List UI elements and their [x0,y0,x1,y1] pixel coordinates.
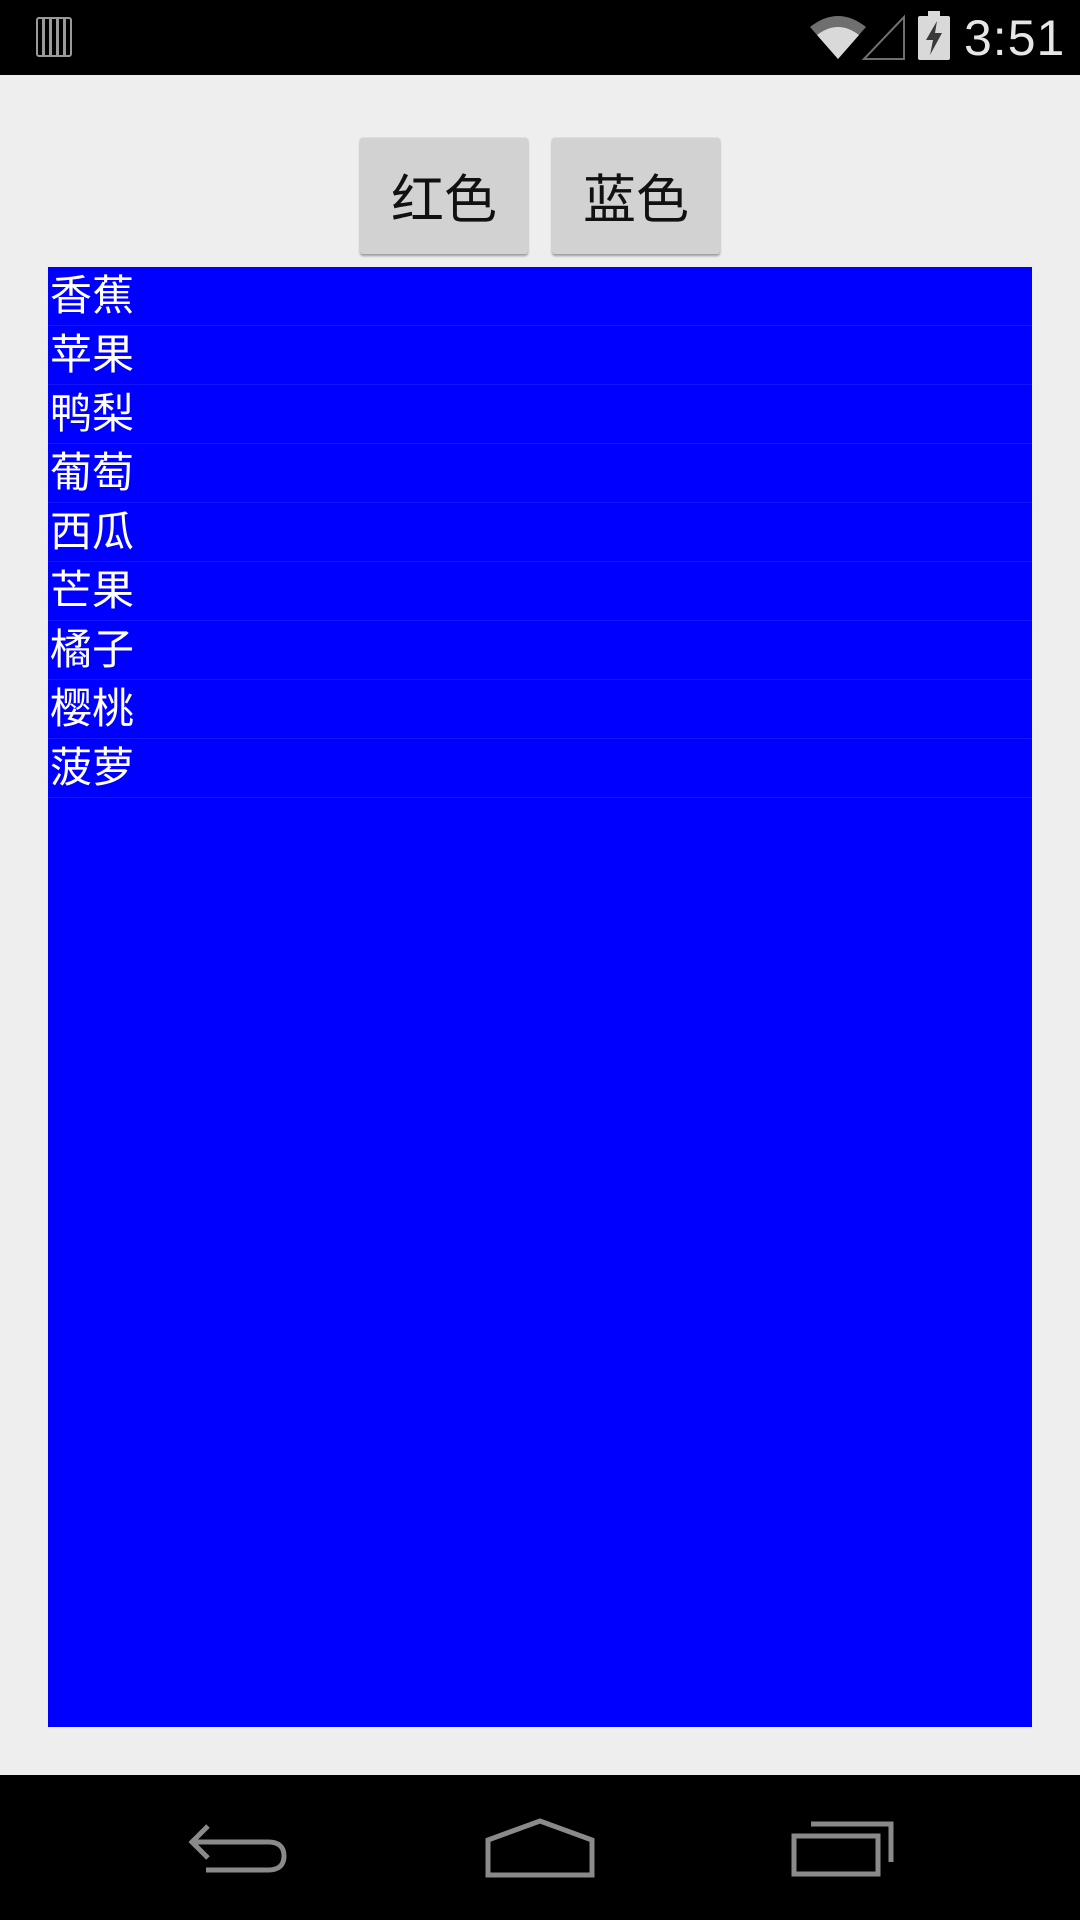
list-item[interactable]: 鸭梨 [48,385,1032,444]
red-button[interactable]: 红色 [360,137,528,254]
notification-icon [36,17,72,57]
list-item[interactable]: 西瓜 [48,503,1032,562]
status-clock: 3:51 [964,10,1066,66]
signal-icon [862,14,905,60]
blue-button[interactable]: 蓝色 [552,137,720,254]
navigation-bar [0,1775,1080,1920]
recents-icon [791,1821,894,1876]
battery-charging-icon [918,11,950,60]
list-item[interactable]: 芒果 [48,562,1032,621]
list-item[interactable]: 菠萝 [48,739,1032,798]
wifi-icon [810,16,866,59]
home-icon [485,1817,595,1877]
list-item[interactable]: 香蕉 [48,267,1032,326]
fruit-list[interactable]: 香蕉 苹果 鸭梨 葡萄 西瓜 芒果 橘子 樱桃 菠萝 [48,267,1032,1727]
list-item[interactable]: 葡萄 [48,444,1032,503]
list-item[interactable]: 苹果 [48,326,1032,385]
list-item[interactable]: 橘子 [48,621,1032,680]
back-button[interactable] [175,1805,305,1890]
home-button[interactable] [475,1805,605,1890]
back-icon [188,1823,287,1872]
list-item[interactable]: 樱桃 [48,680,1032,739]
recents-button[interactable] [778,1805,908,1890]
status-bar: 3:51 [0,0,1080,75]
